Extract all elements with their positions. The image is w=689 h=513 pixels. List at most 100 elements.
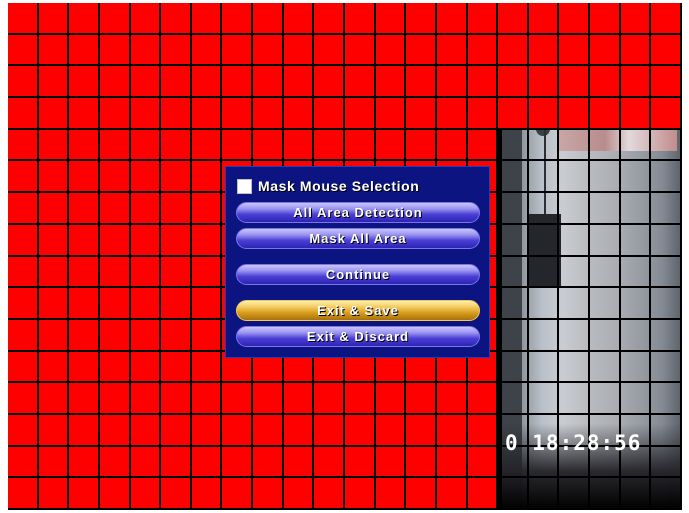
grid-cell-masked[interactable] (467, 446, 499, 479)
grid-cell-unmasked[interactable] (559, 161, 591, 194)
grid-cell-masked[interactable] (191, 3, 223, 35)
grid-cell-masked[interactable] (436, 414, 468, 447)
grid-cell-masked[interactable] (345, 34, 376, 67)
grid-cell-masked[interactable] (191, 129, 223, 162)
grid-cell-masked[interactable] (345, 98, 376, 130)
grid-cell-masked[interactable] (528, 66, 560, 99)
grid-cell-masked[interactable] (283, 446, 315, 479)
grid-cell-masked[interactable] (69, 98, 100, 130)
grid-cell-masked[interactable] (222, 446, 254, 479)
grid-cell-masked[interactable] (99, 446, 131, 479)
grid-cell-masked[interactable] (345, 3, 376, 35)
grid-cell-masked[interactable] (69, 383, 100, 415)
exit-save-button[interactable]: Exit & Save (236, 300, 480, 321)
grid-cell-unmasked[interactable] (528, 224, 560, 257)
grid-cell-masked[interactable] (467, 478, 499, 510)
grid-cell-masked[interactable] (406, 446, 437, 479)
grid-cell-unmasked[interactable] (620, 383, 652, 415)
grid-cell-unmasked[interactable] (559, 288, 591, 320)
grid-cell-masked[interactable] (130, 383, 162, 415)
grid-cell-masked[interactable] (99, 98, 131, 130)
grid-cell-masked[interactable] (99, 351, 131, 384)
grid-cell-masked[interactable] (375, 383, 407, 415)
grid-cell-masked[interactable] (161, 446, 192, 479)
grid-cell-masked[interactable] (99, 319, 131, 352)
grid-cell-unmasked[interactable] (528, 193, 560, 225)
grid-cell-masked[interactable] (590, 34, 621, 67)
grid-cell-unmasked[interactable] (590, 478, 621, 510)
grid-cell-unmasked[interactable] (498, 224, 529, 257)
grid-cell-masked[interactable] (38, 414, 70, 447)
grid-cell-masked[interactable] (130, 478, 162, 510)
grid-cell-masked[interactable] (38, 319, 70, 352)
grid-cell-unmasked[interactable] (528, 478, 560, 510)
grid-cell-masked[interactable] (283, 478, 315, 510)
grid-cell-masked[interactable] (283, 383, 315, 415)
grid-cell-unmasked[interactable] (559, 319, 591, 352)
grid-cell-masked[interactable] (8, 414, 39, 447)
grid-cell-masked[interactable] (222, 414, 254, 447)
grid-cell-masked[interactable] (191, 66, 223, 99)
grid-cell-masked[interactable] (375, 446, 407, 479)
grid-cell-masked[interactable] (467, 3, 499, 35)
grid-cell-masked[interactable] (559, 34, 591, 67)
grid-cell-masked[interactable] (191, 383, 223, 415)
grid-cell-masked[interactable] (406, 129, 437, 162)
grid-cell-masked[interactable] (99, 478, 131, 510)
grid-cell-masked[interactable] (161, 129, 192, 162)
grid-cell-masked[interactable] (38, 351, 70, 384)
grid-cell-masked[interactable] (620, 34, 652, 67)
grid-cell-masked[interactable] (130, 319, 162, 352)
grid-cell-masked[interactable] (69, 3, 100, 35)
grid-cell-masked[interactable] (8, 34, 39, 67)
grid-cell-masked[interactable] (38, 129, 70, 162)
grid-cell-masked[interactable] (99, 193, 131, 225)
grid-cell-unmasked[interactable] (559, 224, 591, 257)
grid-cell-masked[interactable] (38, 98, 70, 130)
grid-cell-masked[interactable] (99, 3, 131, 35)
grid-cell-masked[interactable] (498, 3, 529, 35)
grid-cell-unmasked[interactable] (651, 193, 682, 225)
grid-cell-masked[interactable] (161, 224, 192, 257)
grid-cell-masked[interactable] (130, 34, 162, 67)
grid-cell-unmasked[interactable] (559, 478, 591, 510)
grid-cell-masked[interactable] (314, 66, 345, 99)
grid-cell-masked[interactable] (498, 98, 529, 130)
grid-cell-unmasked[interactable] (651, 319, 682, 352)
grid-cell-unmasked[interactable] (590, 351, 621, 384)
grid-cell-masked[interactable] (191, 288, 223, 320)
mask-mouse-selection-checkbox[interactable] (237, 178, 252, 194)
grid-cell-unmasked[interactable] (620, 161, 652, 194)
grid-cell-masked[interactable] (528, 34, 560, 67)
grid-cell-masked[interactable] (498, 66, 529, 99)
grid-cell-unmasked[interactable] (528, 351, 560, 384)
mask-mouse-selection-label[interactable]: Mask Mouse Selection (258, 178, 419, 194)
grid-cell-masked[interactable] (38, 193, 70, 225)
grid-cell-masked[interactable] (191, 34, 223, 67)
grid-cell-masked[interactable] (69, 414, 100, 447)
grid-cell-masked[interactable] (620, 98, 652, 130)
grid-cell-unmasked[interactable] (651, 414, 682, 447)
grid-cell-masked[interactable] (8, 288, 39, 320)
grid-cell-unmasked[interactable] (559, 129, 591, 162)
grid-cell-masked[interactable] (130, 193, 162, 225)
grid-cell-unmasked[interactable] (651, 288, 682, 320)
grid-cell-masked[interactable] (528, 98, 560, 130)
grid-cell-masked[interactable] (467, 98, 499, 130)
grid-cell-masked[interactable] (38, 161, 70, 194)
mask-mouse-selection-row[interactable]: Mask Mouse Selection (237, 177, 419, 195)
grid-cell-masked[interactable] (99, 224, 131, 257)
grid-cell-masked[interactable] (314, 446, 345, 479)
grid-cell-masked[interactable] (161, 351, 192, 384)
grid-cell-unmasked[interactable] (498, 129, 529, 162)
grid-cell-masked[interactable] (406, 66, 437, 99)
grid-cell-masked[interactable] (69, 34, 100, 67)
grid-cell-masked[interactable] (253, 414, 284, 447)
grid-cell-masked[interactable] (283, 3, 315, 35)
grid-cell-masked[interactable] (130, 256, 162, 289)
grid-cell-masked[interactable] (467, 66, 499, 99)
grid-cell-masked[interactable] (222, 383, 254, 415)
grid-cell-unmasked[interactable] (651, 129, 682, 162)
grid-cell-masked[interactable] (559, 98, 591, 130)
grid-cell-masked[interactable] (38, 256, 70, 289)
